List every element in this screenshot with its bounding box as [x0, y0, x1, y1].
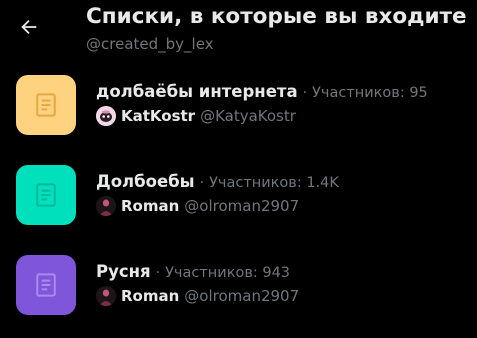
list-name: долбаёбы интернета — [96, 82, 298, 101]
list-icon-tile — [16, 255, 76, 315]
avatar[interactable] — [96, 106, 116, 126]
owner-name[interactable]: KatKostr — [121, 107, 195, 125]
owner-name[interactable]: Roman — [121, 287, 179, 305]
page-subtitle-handle: @created_by_lex — [86, 35, 214, 53]
owner-handle[interactable]: @KatyaKostr — [200, 107, 296, 125]
list-name: Русня — [96, 262, 151, 281]
owner-name[interactable]: Roman — [121, 197, 179, 215]
page-title: Списки, в которые вы входите — [86, 4, 467, 29]
members-count: Участников: 1.4K — [209, 175, 339, 191]
separator-dot: · — [302, 85, 308, 101]
list-name: Долбоебы — [96, 172, 195, 191]
separator-dot: · — [155, 265, 161, 281]
avatar-image — [96, 106, 116, 126]
members-count: Участников: 943 — [165, 265, 291, 281]
list-item[interactable]: Русня · Участников: 943 Roman @olroman29… — [0, 248, 477, 338]
list-document-icon — [36, 273, 56, 297]
list-document-icon — [36, 183, 56, 207]
list-item[interactable]: долбаёбы интернета · Участников: 95 KatK… — [0, 68, 477, 158]
owner-handle[interactable]: @olroman2907 — [184, 197, 299, 215]
list-document-icon — [36, 93, 56, 117]
members-count: Участников: 95 — [312, 85, 428, 101]
arrow-left-icon — [21, 19, 37, 35]
list-item-text: Русня · Участников: 943 Roman @olroman29… — [96, 262, 299, 306]
avatar[interactable] — [96, 196, 116, 216]
page-header: Списки, в которые вы входите @created_by… — [0, 0, 477, 62]
list-item[interactable]: Долбоебы · Участников: 1.4K Roman @olrom… — [0, 158, 477, 248]
avatar-image — [96, 286, 116, 306]
list-item-text: Долбоебы · Участников: 1.4K Roman @olrom… — [96, 172, 339, 216]
list-icon-tile — [16, 165, 76, 225]
avatar[interactable] — [96, 286, 116, 306]
list-item-text: долбаёбы интернета · Участников: 95 KatK… — [96, 82, 428, 126]
owner-handle[interactable]: @olroman2907 — [184, 287, 299, 305]
separator-dot: · — [199, 175, 205, 191]
back-button[interactable] — [12, 10, 46, 44]
avatar-image — [96, 196, 116, 216]
list-icon-tile — [16, 75, 76, 135]
